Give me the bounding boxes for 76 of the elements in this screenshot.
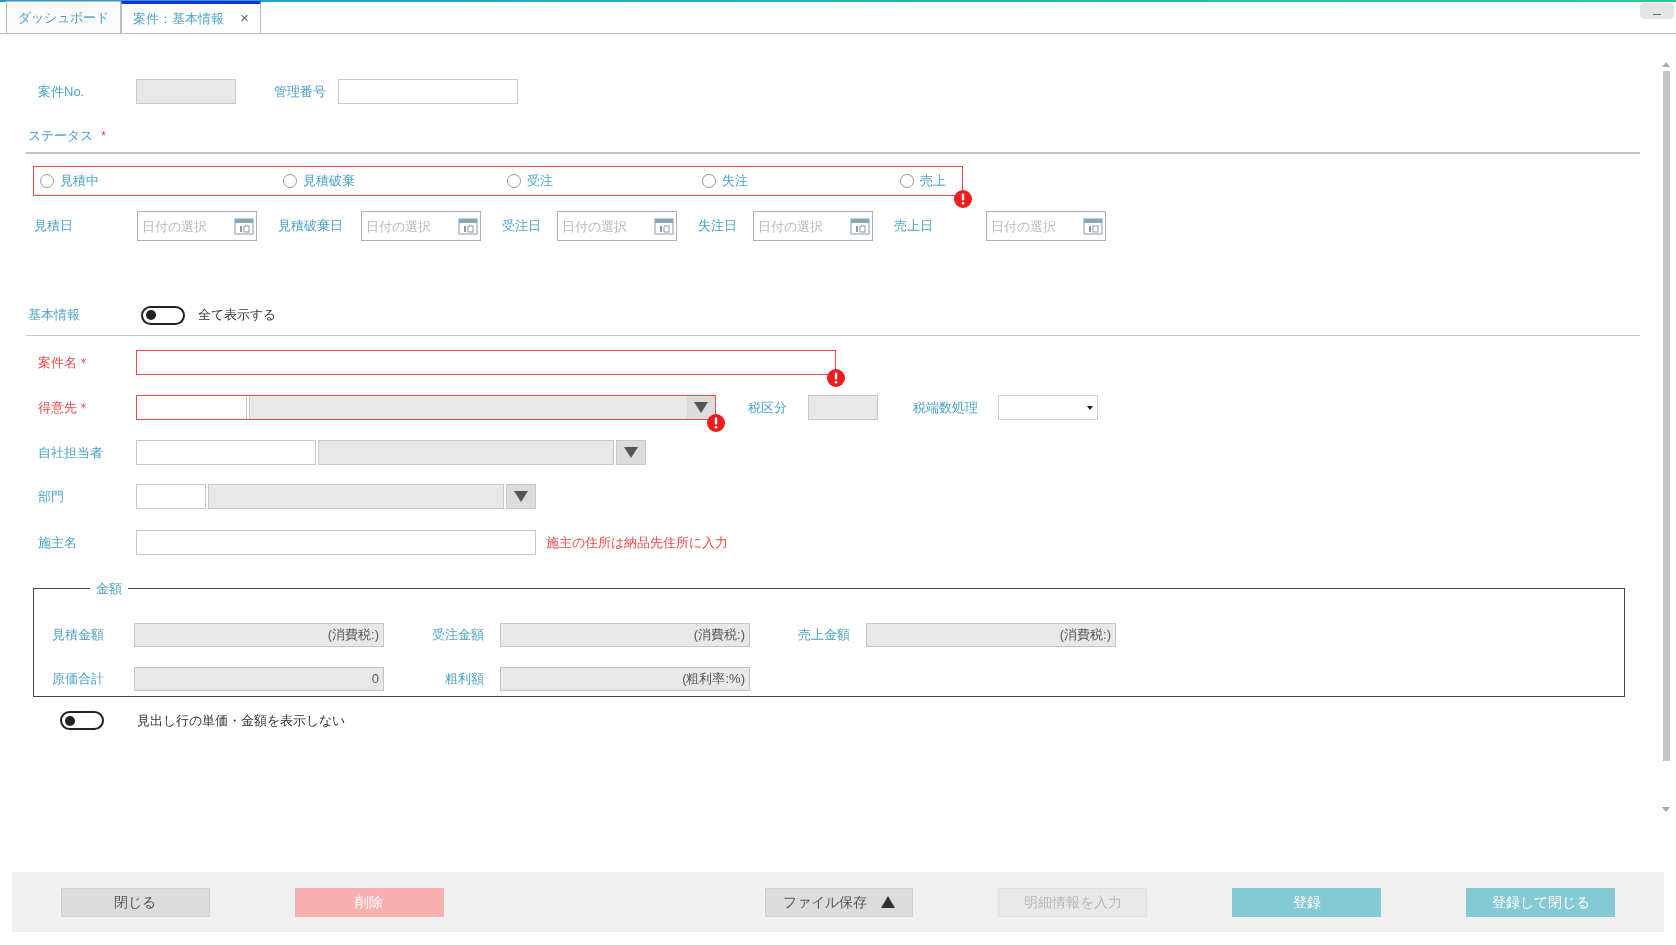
toggle-label: 見出し行の単価・金額を表示しない: [137, 712, 345, 730]
tax-rounding-select[interactable]: [998, 395, 1098, 420]
date-picker-field[interactable]: 日付の選択: [361, 211, 481, 241]
section-title: 金額: [95, 580, 123, 598]
amount-field: 0: [134, 666, 384, 691]
amount-field: (粗利率:%): [500, 666, 750, 691]
field-label: 粗利額: [444, 669, 485, 688]
field-label: 見積破棄日: [278, 217, 344, 236]
section-title: 基本情報: [27, 306, 81, 325]
field-label: 税区分: [748, 398, 788, 417]
field-label: 失注日: [698, 217, 738, 236]
amount-field: (消費税:): [134, 622, 384, 647]
toggle-switch[interactable]: [60, 711, 104, 731]
status-radio[interactable]: 受注: [507, 171, 702, 191]
customer-field[interactable]: [136, 395, 716, 420]
status-radio[interactable]: 見積破棄: [283, 171, 507, 191]
field-label: 売上金額: [797, 625, 851, 644]
field-label: 自社担当者: [37, 443, 104, 462]
dropdown-button[interactable]: [616, 440, 646, 465]
dropdown-button[interactable]: [506, 484, 536, 509]
tab[interactable]: 案件：基本情報 ×: [121, 1, 261, 33]
footer-button[interactable]: ファイル保存: [764, 887, 914, 917]
field-label: 税端数処理: [913, 398, 979, 417]
scroll-down-icon[interactable]: [1662, 807, 1670, 812]
field-label: 施主名: [37, 533, 78, 552]
owner-note: 施主の住所は納品先住所に入力: [546, 533, 728, 552]
date-picker-field[interactable]: 日付の選択: [557, 211, 677, 241]
amount-field: (消費税:): [500, 622, 750, 647]
status-radio[interactable]: 失注: [702, 171, 900, 191]
case-name-field[interactable]: [136, 350, 836, 375]
error-icon: [827, 369, 845, 387]
toggle-switch[interactable]: [141, 305, 185, 325]
scroll-up-icon[interactable]: [1662, 62, 1670, 67]
tax-category-field: [808, 395, 878, 420]
tab[interactable]: ダッシュボード: [6, 1, 121, 33]
field-label: 見積日: [34, 217, 74, 236]
calendar-icon[interactable]: [458, 217, 478, 235]
date-picker-field[interactable]: 日付の選択: [986, 211, 1106, 241]
field-label: 見積金額: [52, 625, 105, 644]
department-code-field[interactable]: [136, 484, 206, 509]
error-icon: [954, 190, 972, 208]
calendar-icon[interactable]: [850, 217, 870, 235]
scrollbar-thumb[interactable]: [1662, 71, 1670, 761]
section-title: ステータス: [27, 127, 93, 146]
caret-up-icon: [881, 896, 896, 908]
field-label: 得意先＊: [37, 398, 91, 417]
caret-icon: [624, 447, 638, 458]
status-radio[interactable]: 売上: [900, 171, 960, 191]
close-button[interactable]: ×: [240, 7, 249, 30]
owner-name-field[interactable]: [136, 530, 536, 555]
caret-icon: [514, 491, 528, 502]
staff-code-field[interactable]: [136, 440, 316, 465]
field-label: 案件名＊: [37, 353, 91, 372]
amount-field: (消費税:): [866, 622, 1116, 647]
field-label: 原価合計: [52, 669, 105, 688]
field-label: 受注日: [502, 217, 542, 236]
footer-button[interactable]: 閉じる: [61, 887, 210, 917]
caret-icon: [694, 402, 708, 413]
calendar-icon[interactable]: [654, 217, 674, 235]
field-label: 部門: [37, 487, 65, 506]
field-label: 管理番号: [274, 82, 327, 101]
footer-button[interactable]: 登録: [1232, 887, 1382, 917]
footer-button[interactable]: 登録して閉じる: [1466, 887, 1615, 917]
calendar-icon[interactable]: [234, 217, 254, 235]
field-label: 売上日: [894, 217, 934, 236]
toggle-label: 全て表示する: [198, 306, 276, 325]
calendar-icon[interactable]: [1083, 217, 1103, 235]
field-label: 受注金額: [431, 625, 485, 644]
required-mark: *: [101, 127, 107, 146]
caret-icon: [1087, 405, 1093, 410]
error-icon: [707, 414, 725, 432]
management-number-field[interactable]: [338, 79, 518, 104]
date-picker-field[interactable]: 日付の選択: [137, 211, 257, 241]
field-label: 案件No.: [37, 82, 86, 101]
date-picker-field[interactable]: 日付の選択: [753, 211, 873, 241]
status-radio[interactable]: 見積中: [40, 171, 283, 191]
